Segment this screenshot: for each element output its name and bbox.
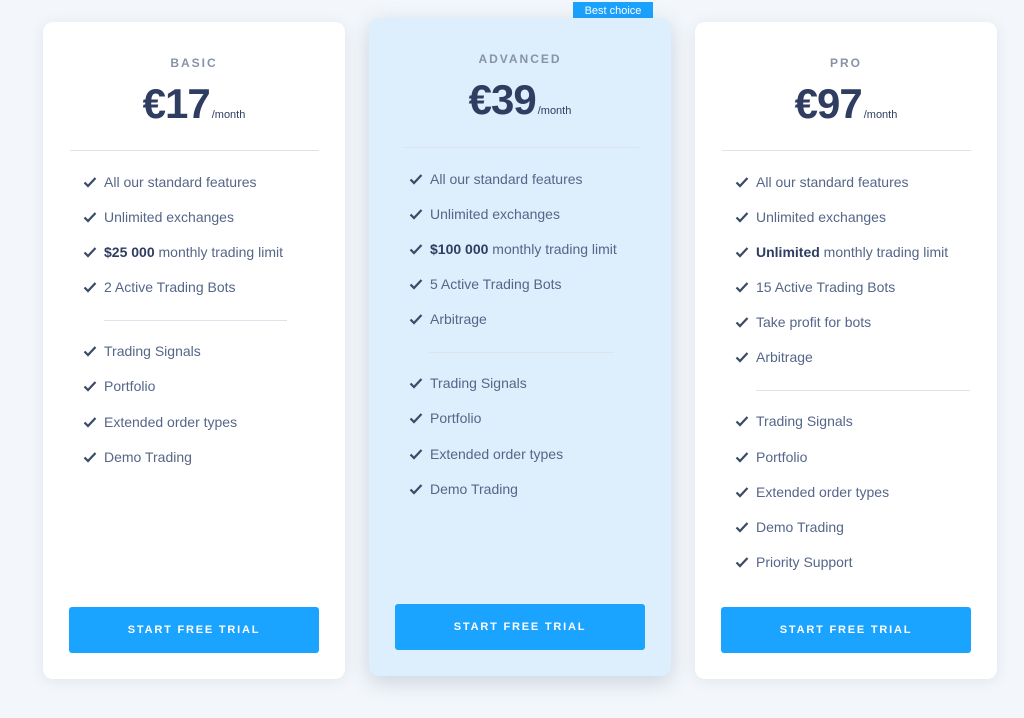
check-icon: [735, 212, 749, 223]
limit-value: Unlimited: [756, 244, 820, 260]
feature-label: Arbitrage: [430, 311, 487, 327]
divider: [104, 320, 287, 321]
check-icon: [735, 177, 749, 188]
feature-label: All our standard features: [430, 171, 583, 187]
plan-name: BASIC: [170, 56, 218, 70]
feature-label: Demo Trading: [430, 481, 518, 497]
feature-label: Portfolio: [104, 378, 156, 394]
limit-value: $25 000: [104, 244, 155, 260]
feature-label: $100 000 monthly trading limit: [430, 239, 617, 259]
feature-label: Extended order types: [756, 484, 890, 500]
price-amount: €39: [468, 76, 537, 123]
check-icon: [83, 282, 97, 293]
check-icon: [83, 212, 97, 223]
feature-label: Priority Support: [756, 554, 853, 570]
feature-label: All our standard features: [104, 174, 257, 190]
feature-label: 2 Active Trading Bots: [104, 279, 236, 295]
feature-label: Unlimited monthly trading limit: [756, 242, 948, 262]
check-icon: [735, 416, 749, 427]
plan-name: PRO: [829, 56, 862, 70]
check-icon: [409, 244, 423, 255]
check-icon: [735, 452, 749, 463]
plan-price: €17/month: [43, 80, 345, 128]
feature-label: Trading Signals: [430, 375, 527, 391]
feature-label: Unlimited exchanges: [430, 206, 560, 222]
divider: [404, 147, 639, 148]
feature-label: Trading Signals: [104, 343, 201, 359]
feature-label: Unlimited exchanges: [104, 209, 234, 225]
check-icon: [409, 279, 423, 290]
feature-label: 15 Active Trading Bots: [756, 279, 896, 295]
divider: [756, 390, 970, 391]
feature-label: $25 000 monthly trading limit: [104, 242, 283, 262]
check-icon: [409, 484, 423, 495]
check-icon: [409, 314, 423, 325]
feature-label: Unlimited exchanges: [756, 209, 886, 225]
feature-label: Demo Trading: [756, 519, 844, 535]
price-period: /month: [211, 109, 246, 121]
feature-label: Portfolio: [430, 410, 482, 426]
plan-price: €97/month: [695, 80, 997, 128]
check-icon: [83, 417, 97, 428]
check-icon: [735, 522, 749, 533]
price-amount: €97: [794, 80, 863, 127]
feature-label: Demo Trading: [104, 449, 192, 465]
divider: [429, 352, 614, 353]
check-icon: [735, 247, 749, 258]
feature-label: Portfolio: [756, 449, 808, 465]
start-free-trial-button[interactable]: START FREE TRIAL: [395, 604, 645, 650]
check-icon: [735, 317, 749, 328]
feature-label: Arbitrage: [756, 349, 813, 365]
feature-label: All our standard features: [756, 174, 909, 190]
plan-card-pro: PRO €97/month All our standard features …: [695, 22, 997, 679]
start-free-trial-button[interactable]: START FREE TRIAL: [721, 607, 971, 653]
check-icon: [735, 487, 749, 498]
check-icon: [409, 413, 423, 424]
feature-label: Extended order types: [430, 446, 564, 462]
check-icon: [409, 378, 423, 389]
divider: [70, 150, 319, 151]
check-icon: [735, 557, 749, 568]
plan-price: €39/month: [369, 76, 671, 124]
plan-card-advanced: ADVANCED €39/month All our standard feat…: [369, 18, 671, 676]
price-amount: €17: [142, 80, 211, 127]
price-period: /month: [537, 105, 572, 117]
check-icon: [409, 449, 423, 460]
feature-label: Trading Signals: [756, 413, 853, 429]
price-period: /month: [863, 109, 898, 121]
feature-label: Take profit for bots: [756, 314, 872, 330]
limit-label: monthly trading limit: [823, 244, 949, 260]
check-icon: [83, 177, 97, 188]
check-icon: [83, 452, 97, 463]
check-icon: [83, 381, 97, 392]
feature-label: Extended order types: [104, 414, 238, 430]
feature-label: 5 Active Trading Bots: [430, 276, 562, 292]
plan-name: ADVANCED: [478, 52, 562, 66]
start-free-trial-button[interactable]: START FREE TRIAL: [69, 607, 319, 653]
limit-label: monthly trading limit: [158, 244, 284, 260]
limit-value: $100 000: [430, 241, 489, 257]
plan-card-basic: BASIC €17/month All our standard feature…: [43, 22, 345, 679]
check-icon: [83, 247, 97, 258]
divider: [722, 150, 971, 151]
check-icon: [409, 209, 423, 220]
check-icon: [83, 346, 97, 357]
check-icon: [735, 282, 749, 293]
check-icon: [409, 174, 423, 185]
limit-label: monthly trading limit: [492, 241, 617, 257]
check-icon: [735, 352, 749, 363]
